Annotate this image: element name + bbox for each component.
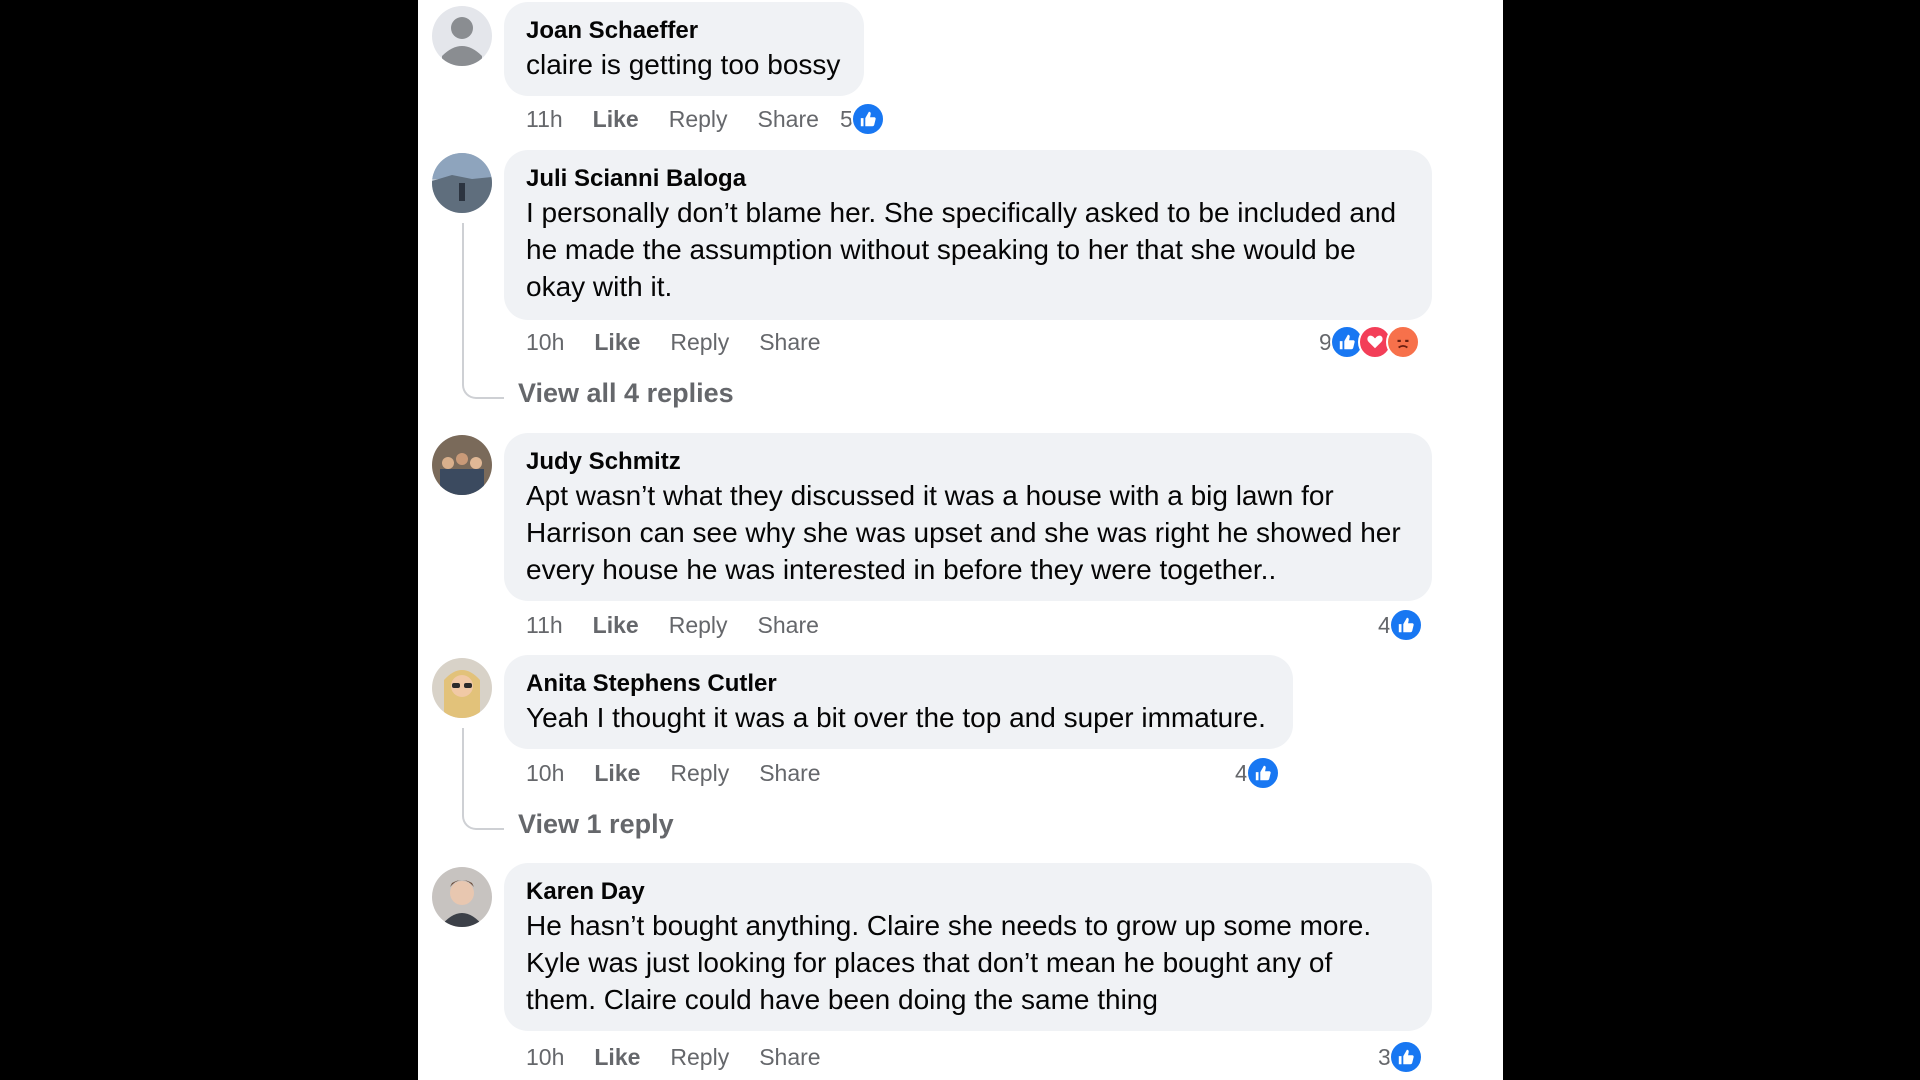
like-button[interactable]: Like — [593, 612, 639, 639]
comment-bubble: Joan Schaeffer claire is getting too bos… — [504, 2, 864, 96]
reaction-summary[interactable]: 3 — [1378, 1039, 1423, 1075]
comment-text: Yeah I thought it was a bit over the top… — [526, 702, 1266, 733]
comment-text: I personally don’t blame her. She specif… — [526, 197, 1397, 302]
reply-button[interactable]: Reply — [670, 1044, 729, 1071]
comment-actions: 11h Like Reply Share — [526, 607, 849, 643]
thread-connector — [462, 223, 504, 399]
comment-bubble: Juli Scianni Baloga I personally don’t b… — [504, 150, 1432, 320]
avatar[interactable] — [432, 658, 492, 718]
share-button[interactable]: Share — [759, 329, 820, 356]
angry-icon — [1385, 325, 1420, 359]
timestamp[interactable]: 11h — [526, 106, 563, 133]
avatar[interactable] — [432, 867, 492, 927]
comment-actions: 10h Like Reply Share — [526, 1039, 851, 1075]
like-icon — [1245, 756, 1280, 790]
share-button[interactable]: Share — [759, 760, 820, 787]
view-replies-link[interactable]: View 1 reply — [518, 809, 674, 840]
avatar[interactable] — [432, 153, 492, 213]
reply-button[interactable]: Reply — [669, 612, 728, 639]
avatar[interactable] — [432, 6, 492, 66]
comment-author[interactable]: Anita Stephens Cutler — [526, 669, 1271, 699]
comment-text: claire is getting too bossy — [526, 49, 841, 80]
view-replies-link[interactable]: View all 4 replies — [518, 378, 734, 409]
like-button[interactable]: Like — [594, 760, 640, 787]
comment-bubble: Judy Schmitz Apt wasn’t what they discus… — [504, 433, 1432, 601]
comment-author[interactable]: Juli Scianni Baloga — [526, 164, 1410, 194]
like-icon — [1388, 1040, 1423, 1074]
comment-actions: 10h Like Reply Share — [526, 324, 851, 360]
thread-connector — [462, 728, 504, 830]
like-button[interactable]: Like — [594, 329, 640, 356]
like-icon — [850, 102, 885, 136]
comment-author[interactable]: Joan Schaeffer — [526, 16, 842, 46]
timestamp[interactable]: 11h — [526, 612, 563, 639]
timestamp[interactable]: 10h — [526, 760, 564, 787]
reaction-summary[interactable]: 9 — [1319, 324, 1420, 360]
reply-button[interactable]: Reply — [669, 106, 728, 133]
comment-author[interactable]: Judy Schmitz — [526, 447, 1410, 477]
like-icon — [1388, 608, 1423, 642]
reply-button[interactable]: Reply — [670, 329, 729, 356]
comment-text: Apt wasn’t what they discussed it was a … — [526, 480, 1401, 585]
reaction-summary[interactable]: 4 — [1235, 755, 1280, 791]
share-button[interactable]: Share — [758, 612, 819, 639]
avatar[interactable] — [432, 435, 492, 495]
share-button[interactable]: Share — [758, 106, 819, 133]
timestamp[interactable]: 10h — [526, 329, 564, 356]
reaction-summary[interactable]: 5 — [840, 101, 885, 137]
timestamp[interactable]: 10h — [526, 1044, 564, 1071]
comments-panel: Joan Schaeffer claire is getting too bos… — [418, 0, 1503, 1080]
comment-text: He hasn’t bought anything. Claire she ne… — [526, 910, 1372, 1015]
reply-button[interactable]: Reply — [670, 760, 729, 787]
comment-bubble: Karen Day He hasn’t bought anything. Cla… — [504, 863, 1432, 1031]
comment-actions: 10h Like Reply Share — [526, 755, 851, 791]
share-button[interactable]: Share — [759, 1044, 820, 1071]
comment-author[interactable]: Karen Day — [526, 877, 1410, 907]
reaction-summary[interactable]: 4 — [1378, 607, 1423, 643]
comment-bubble: Anita Stephens Cutler Yeah I thought it … — [504, 655, 1293, 749]
comment-actions: 11h Like Reply Share — [526, 101, 849, 137]
like-button[interactable]: Like — [593, 106, 639, 133]
like-button[interactable]: Like — [594, 1044, 640, 1071]
